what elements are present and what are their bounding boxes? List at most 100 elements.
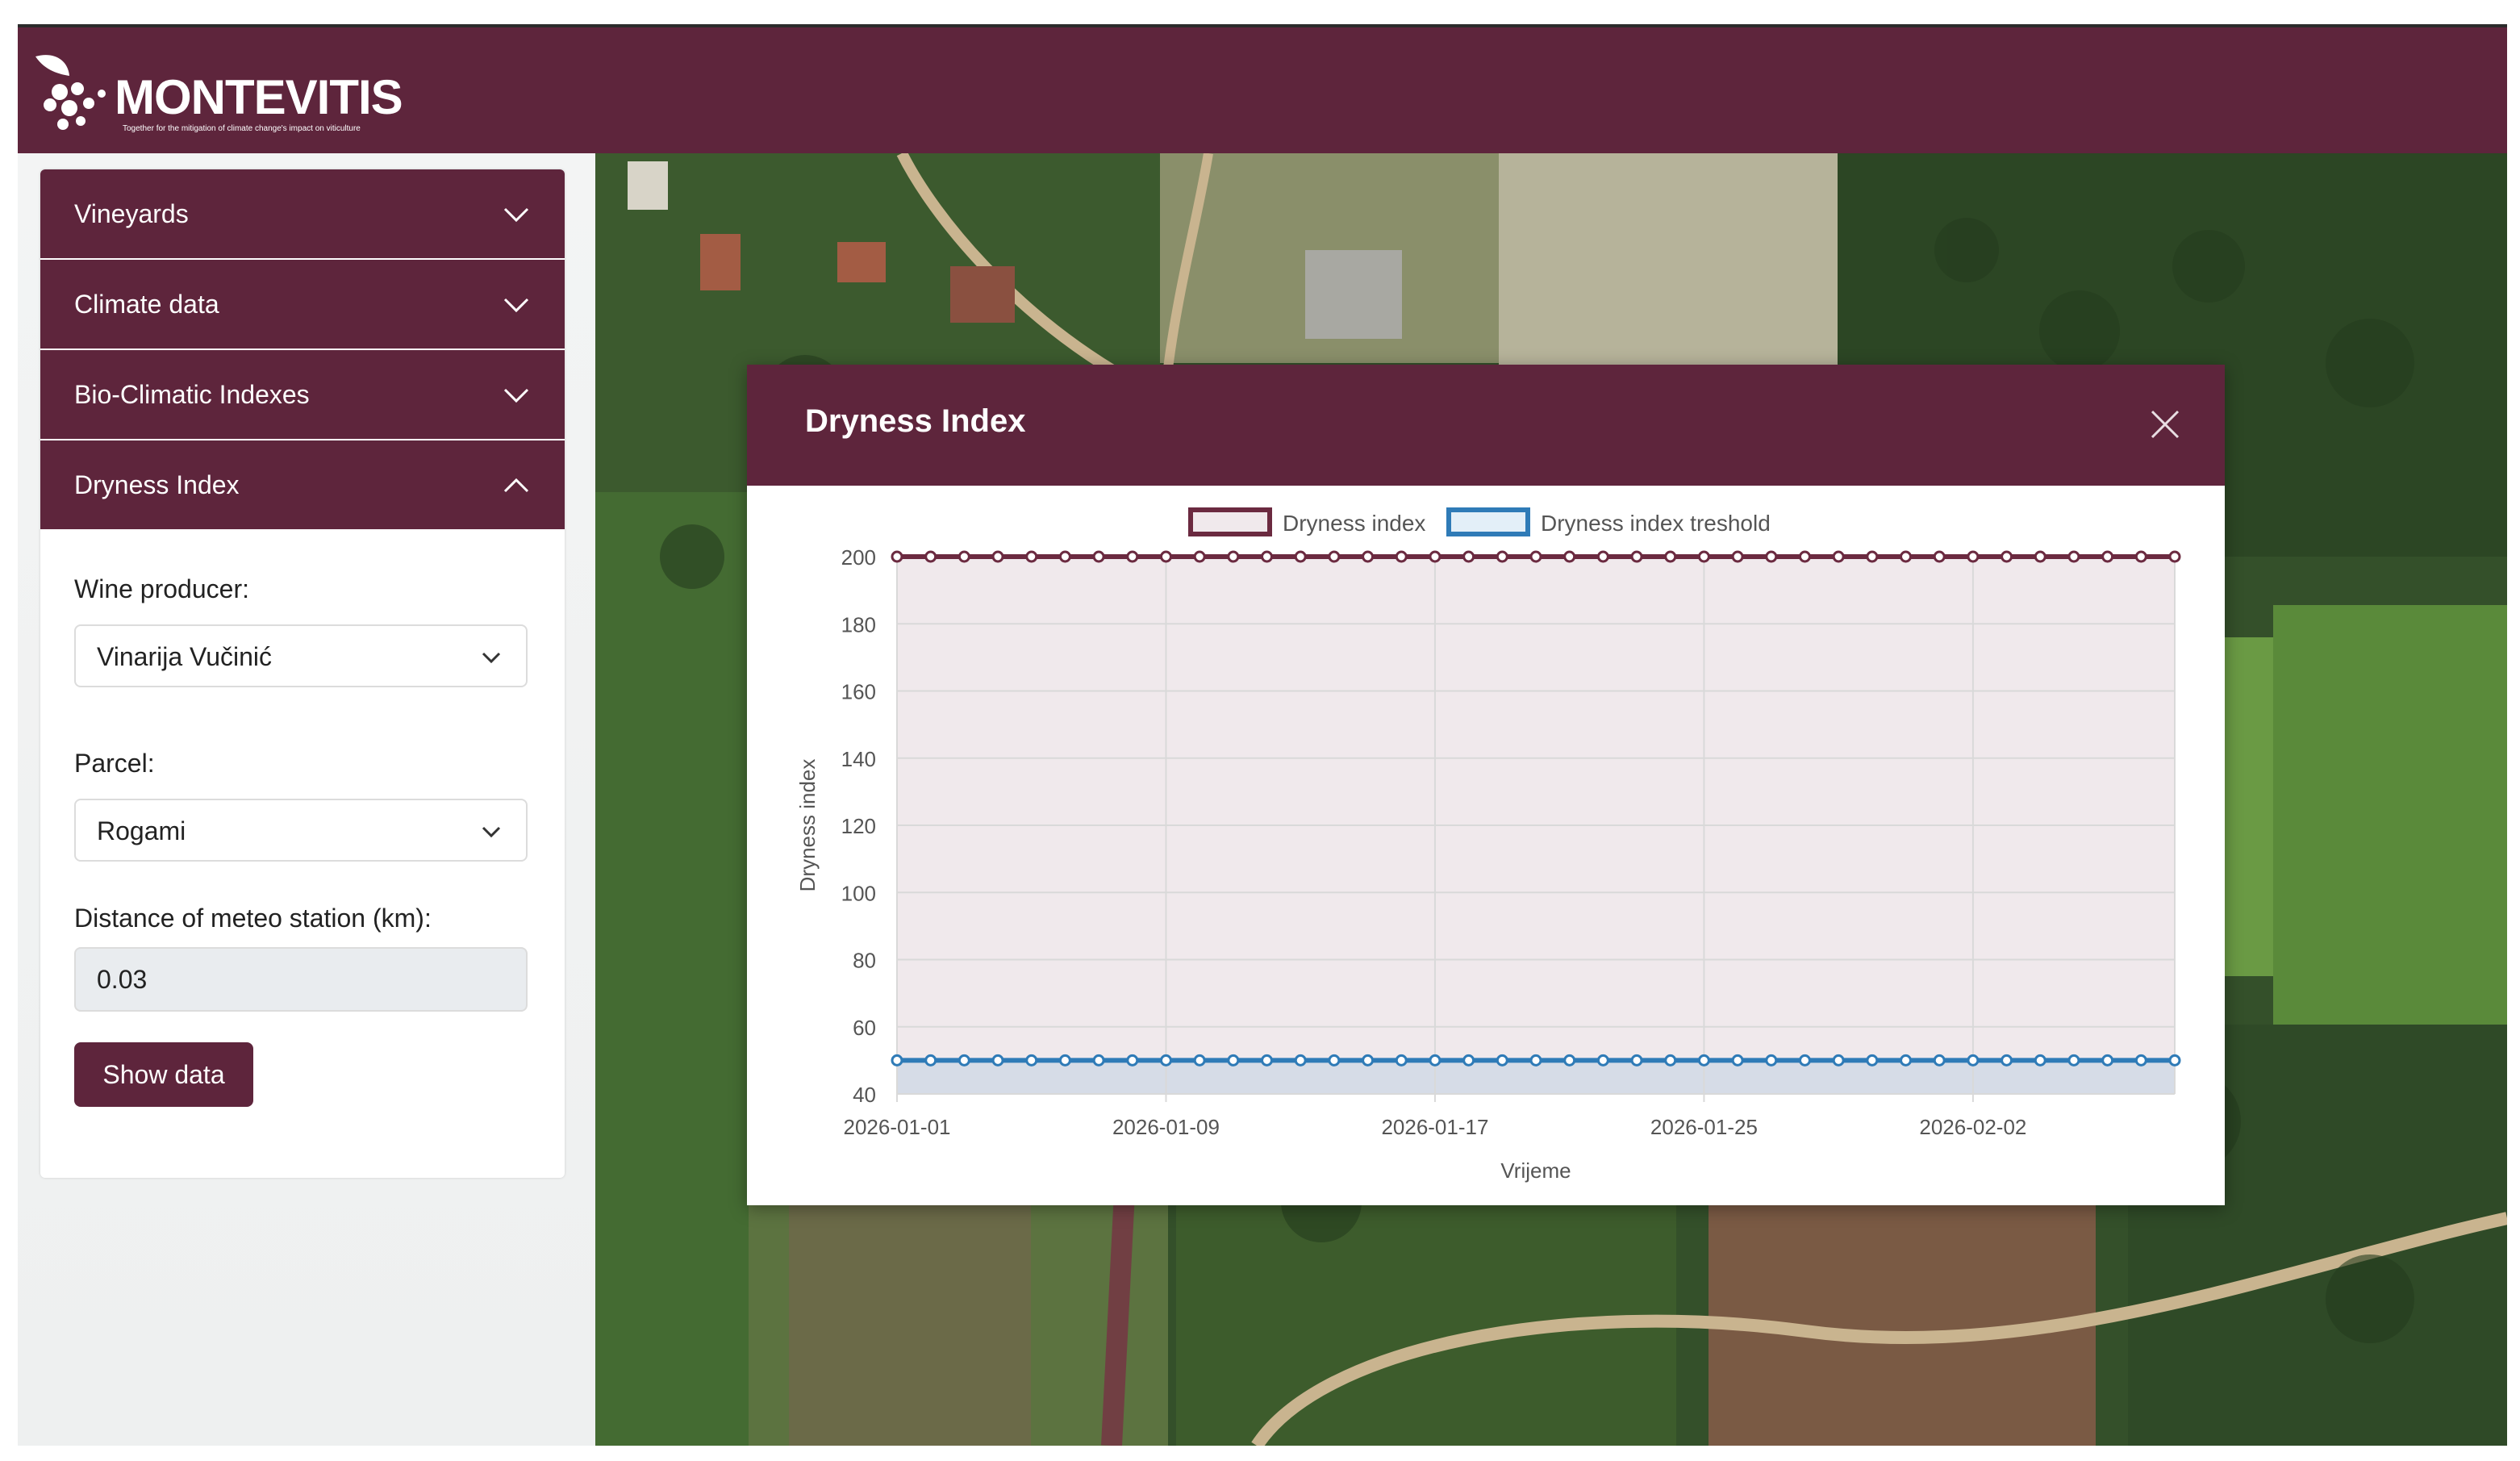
data-point: [1328, 1054, 1341, 1067]
chevron-down-icon: [503, 298, 529, 313]
parcel-select[interactable]: Rogami: [74, 799, 528, 862]
data-point: [1058, 1054, 1071, 1067]
y-tick-label: 140: [841, 747, 876, 771]
data-point: [1731, 1054, 1744, 1067]
accordion-label: Vineyards: [74, 199, 189, 228]
chevron-down-icon: [482, 652, 501, 664]
chevron-down-icon: [482, 826, 501, 838]
app-window: MONTEVITIS Together for the mitigation o…: [18, 24, 2507, 1446]
data-point: [2067, 550, 2080, 563]
accordion-vineyards[interactable]: Vineyards: [40, 169, 565, 258]
data-point: [2134, 550, 2147, 563]
brand-logo[interactable]: MONTEVITIS Together for the mitigation o…: [27, 50, 403, 139]
accordion-bio-climatic-indexes[interactable]: Bio-Climatic Indexes: [40, 350, 565, 439]
y-tick-label: 60: [853, 1016, 876, 1040]
data-point: [2001, 1054, 2013, 1067]
data-point: [2001, 550, 2013, 563]
legend-swatch: [1446, 507, 1530, 536]
y-tick-label: 160: [841, 680, 876, 704]
parcel-value: Rogami: [97, 816, 186, 845]
data-point: [958, 1054, 970, 1067]
data-point: [1429, 550, 1441, 563]
data-point: [1596, 1054, 1609, 1067]
data-point: [1630, 1054, 1643, 1067]
data-point: [1866, 550, 1879, 563]
data-point: [1025, 550, 1038, 563]
data-point: [1227, 1054, 1240, 1067]
producer-select[interactable]: Vinarija Vučinić: [74, 624, 528, 687]
data-point: [891, 550, 903, 563]
data-point: [1529, 1054, 1542, 1067]
data-point: [1496, 1054, 1508, 1067]
sidebar-panel: Vineyards Climate data Bio-Climatic Inde…: [40, 169, 565, 1178]
data-point: [1798, 1054, 1811, 1067]
data-point: [958, 550, 970, 563]
dryness-index-modal: Dryness Index 40 60 80 100 120 140 160 180 200 20…: [747, 365, 2225, 1205]
x-axis-title: Vrijeme: [1500, 1158, 1571, 1183]
x-tick-label: 2026-02-02: [1919, 1115, 2026, 1139]
data-point: [1328, 550, 1341, 563]
chevron-up-icon: [503, 478, 529, 493]
legend-label: Dryness index treshold: [1541, 511, 1771, 536]
y-tick-label: 200: [841, 545, 876, 570]
x-tick-label: 2026-01-01: [844, 1115, 951, 1139]
data-point: [1900, 1054, 1913, 1067]
data-point: [2067, 1054, 2080, 1067]
data-point: [1765, 1054, 1778, 1067]
data-point: [1832, 1054, 1845, 1067]
data-point: [1630, 550, 1643, 563]
close-icon[interactable]: [2147, 407, 2183, 442]
data-point: [924, 1054, 937, 1067]
data-point: [1731, 550, 1744, 563]
data-point: [1126, 550, 1139, 563]
data-point: [1697, 1054, 1710, 1067]
data-point: [1395, 550, 1408, 563]
data-point: [1193, 1054, 1206, 1067]
brand-name: MONTEVITIS: [115, 70, 403, 124]
y-axis-title: Dryness index: [795, 759, 820, 892]
data-point: [891, 1054, 903, 1067]
data-point: [1496, 550, 1508, 563]
y-tick-label: 180: [841, 612, 876, 637]
x-tick-label: 2026-01-17: [1381, 1115, 1488, 1139]
distance-field[interactable]: 0.03: [74, 947, 528, 1012]
legend-label: Dryness index: [1283, 511, 1425, 536]
data-point: [2034, 1054, 2046, 1067]
y-tick-label: 120: [841, 814, 876, 838]
show-data-button[interactable]: Show data: [74, 1042, 253, 1107]
data-point: [1529, 550, 1542, 563]
data-point: [2101, 1054, 2114, 1067]
accordion-climate-data[interactable]: Climate data: [40, 260, 565, 349]
data-point: [2134, 1054, 2147, 1067]
y-tick-label: 40: [853, 1083, 876, 1107]
data-point: [1967, 1054, 1980, 1067]
data-point: [2034, 550, 2046, 563]
grape-leaf-icon: [35, 55, 106, 130]
data-point: [1765, 550, 1778, 563]
data-point: [924, 550, 937, 563]
modal-header: Dryness Index: [747, 365, 2225, 486]
accordion-label: Climate data: [74, 290, 219, 319]
data-point: [1092, 550, 1105, 563]
data-point: [1261, 550, 1274, 563]
accordion-dryness-index[interactable]: Dryness Index: [40, 440, 565, 529]
producer-label: Wine producer:: [74, 574, 249, 603]
distance-value: 0.03: [97, 965, 148, 994]
producer-value: Vinarija Vučinić: [97, 642, 272, 671]
accordion-label: Bio-Climatic Indexes: [74, 380, 310, 409]
chart-area: 40 60 80 100 120 140 160 180 200 2026-01-01 2026-0…: [747, 486, 2225, 1205]
parcel-label: Parcel:: [74, 749, 155, 778]
distance-label: Distance of meteo station (km):: [74, 904, 432, 933]
legend-swatch: [1188, 507, 1272, 536]
y-tick-label: 80: [853, 949, 876, 973]
x-tick-label: 2026-01-25: [1650, 1115, 1758, 1139]
data-point: [1900, 550, 1913, 563]
data-point: [2101, 550, 2114, 563]
data-point: [1362, 1054, 1375, 1067]
data-point: [1159, 550, 1172, 563]
data-point: [991, 1054, 1004, 1067]
data-point: [1697, 550, 1710, 563]
data-point: [1563, 550, 1576, 563]
data-point: [1159, 1054, 1172, 1067]
chevron-down-icon: [503, 207, 529, 223]
